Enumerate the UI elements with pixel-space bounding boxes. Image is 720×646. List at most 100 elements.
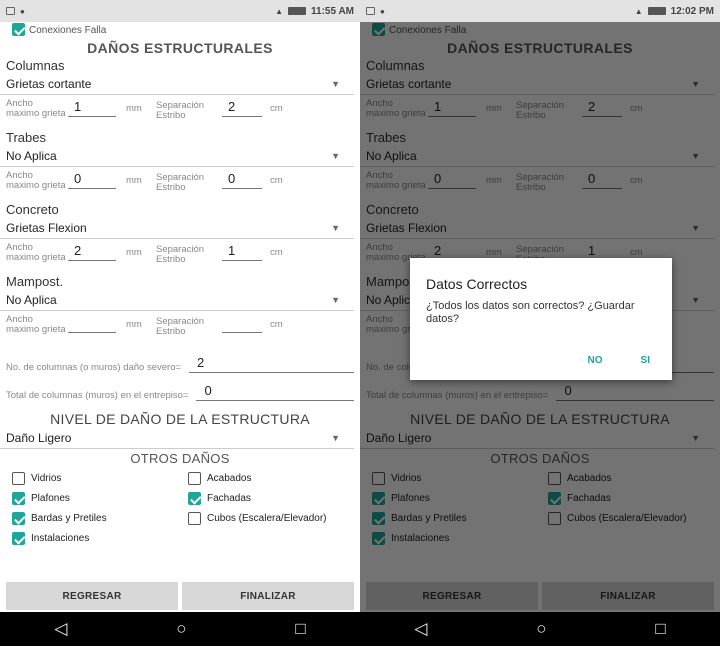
separacion-input[interactable]: 2 xyxy=(222,99,262,117)
recents-square-icon[interactable]: □ xyxy=(655,619,665,639)
severe-input[interactable]: 2 xyxy=(189,355,354,373)
separacion-label: Separación Estribo xyxy=(156,316,205,337)
status-right-icons: ▲ 11:55 AM xyxy=(275,6,354,17)
checkbox[interactable] xyxy=(188,472,201,485)
dialog-actions: NO SI xyxy=(588,355,650,366)
top-partial-checkbox[interactable]: Conexiones Falla xyxy=(0,22,360,36)
ancho-unit: mm xyxy=(126,175,142,186)
ancho-input[interactable] xyxy=(68,315,116,333)
form-content: Conexiones Falla DAÑOS ESTRUCTURALES Colum… xyxy=(0,22,360,610)
home-circle-icon[interactable]: ○ xyxy=(536,619,546,639)
confirm-dialog: Datos Correctos ¿Todos los datos son corr… xyxy=(410,258,672,380)
dropdown-value: No Aplica xyxy=(6,148,57,163)
home-circle-icon[interactable]: ○ xyxy=(176,619,186,639)
ancho-label: Ancho maximo grieta xyxy=(6,314,66,335)
recents-square-icon[interactable]: □ xyxy=(295,619,305,639)
finish-button[interactable]: FINALIZAR xyxy=(182,582,354,610)
status-time: 11:55 AM xyxy=(311,5,354,17)
notification-icon xyxy=(6,7,15,15)
checkbox-item[interactable]: Vidrios xyxy=(12,472,188,485)
dialog-yes-button[interactable]: SI xyxy=(641,355,650,366)
checkbox[interactable] xyxy=(12,492,25,505)
back-triangle-icon[interactable]: ◁ xyxy=(54,619,67,639)
dropdown-value: Grietas Flexion xyxy=(6,220,87,235)
checkbox-item[interactable]: Acabados xyxy=(188,472,360,485)
status-right-icons: ▲ 12:02 PM xyxy=(635,6,714,17)
severe-row: No. de columnas (o muros) daño severo= 2 xyxy=(0,351,360,373)
dropdown-caret-icon: ▼ xyxy=(331,222,340,233)
notification-icon xyxy=(366,7,375,15)
checkbox[interactable] xyxy=(188,492,201,505)
checkbox-label: Acabados xyxy=(207,473,252,484)
back-triangle-icon[interactable]: ◁ xyxy=(414,619,427,639)
android-icon: ● xyxy=(20,6,25,16)
checkbox-grid: Vidrios Acabados Plafones Fachadas Bardas y … xyxy=(0,472,360,545)
checkbox-label: Plafones xyxy=(31,493,70,504)
separacion-input[interactable]: 1 xyxy=(222,243,262,261)
status-bar: ● ▲ 12:02 PM xyxy=(360,0,720,22)
screens-container: ● ▲ 11:55 AM Conexiones Falla DAÑOS ESTRUCTU… xyxy=(0,0,720,646)
checkbox-item[interactable]: Plafones xyxy=(12,492,188,505)
separacion-label: Separación Estribo xyxy=(156,172,205,193)
phone-screen-2: ●▲12:02 PMConexiones FallaDAÑOS ESTRUCTU… xyxy=(360,0,720,646)
ancho-unit: mm xyxy=(126,247,142,258)
navigation-bar: ◁ ○ □ xyxy=(0,612,360,646)
dropdown-caret-icon: ▼ xyxy=(331,150,340,161)
status-time: 12:02 PM xyxy=(670,5,714,17)
separacion-input[interactable]: 0 xyxy=(222,171,262,189)
phone-screen-1: ● ▲ 11:55 AM Conexiones Falla DAÑOS ESTRUCTU… xyxy=(0,0,360,646)
checkbox-item[interactable]: Cubos (Escalera/Elevador) xyxy=(188,512,360,525)
section-title: Concreto xyxy=(6,202,59,217)
separacion-unit: cm xyxy=(270,175,283,186)
checkbox[interactable] xyxy=(188,512,201,525)
ancho-label: Ancho maximo grieta xyxy=(6,98,66,119)
ancho-label: Ancho maximo grieta xyxy=(6,170,66,191)
dropdown-3[interactable]: Grietas Flexion ▼ xyxy=(0,217,354,239)
total-input[interactable]: 0 xyxy=(196,383,354,401)
checkbox-label: Bardas y Pretiles xyxy=(31,513,107,524)
ancho-input[interactable]: 0 xyxy=(68,171,116,189)
dialog-no-button[interactable]: NO xyxy=(588,355,603,366)
section-title: Trabes xyxy=(6,130,46,145)
dropdown-caret-icon: ▼ xyxy=(331,294,340,305)
measure-row: Ancho maximo grieta mm Separación Estribo c… xyxy=(0,315,360,345)
dropdown-value: Daño Ligero xyxy=(6,430,72,445)
severe-label: No. de columnas (o muros) daño severo= xyxy=(6,362,182,373)
section-title: Mampost. xyxy=(6,274,64,289)
checkbox[interactable] xyxy=(12,472,25,485)
dropdown-1[interactable]: Grietas cortante ▼ xyxy=(0,73,354,95)
checkbox[interactable] xyxy=(12,532,25,545)
battery-icon xyxy=(288,7,307,15)
checkbox-label: Conexiones Falla xyxy=(29,25,107,36)
signal-icon: ▲ xyxy=(275,6,284,16)
ancho-label: Ancho maximo grieta xyxy=(6,242,66,263)
dialog-message: ¿Todos los datos son correctos? ¿Guardar… xyxy=(426,300,635,325)
status-left-icons: ● xyxy=(366,7,385,16)
checkbox-item[interactable]: Instalaciones xyxy=(12,532,188,545)
checkbox-item[interactable]: Bardas y Pretiles xyxy=(12,512,188,525)
back-button[interactable]: REGRESAR xyxy=(6,582,178,610)
separacion-label: Separación Estribo xyxy=(156,244,205,265)
dropdown-2[interactable]: No Aplica ▼ xyxy=(0,145,354,167)
otros-title: OTROS DAÑOS xyxy=(130,451,230,466)
separacion-unit: cm xyxy=(270,103,283,114)
separacion-input[interactable] xyxy=(222,315,262,333)
ancho-input[interactable]: 2 xyxy=(68,243,116,261)
form-title: DAÑOS ESTRUCTURALES xyxy=(87,40,273,56)
status-left-icons: ● xyxy=(6,7,25,16)
signal-icon: ▲ xyxy=(634,6,643,16)
checkbox-label: Cubos (Escalera/Elevador) xyxy=(207,513,327,524)
ancho-input[interactable]: 1 xyxy=(68,99,116,117)
dropdown-value: No Aplica xyxy=(6,292,57,307)
checkbox-label: Vidrios xyxy=(31,473,62,484)
checkbox[interactable] xyxy=(12,23,25,36)
nivel-dropdown[interactable]: Daño Ligero ▼ xyxy=(0,427,354,449)
ancho-unit: mm xyxy=(126,103,142,114)
checkbox[interactable] xyxy=(12,512,25,525)
ancho-unit: mm xyxy=(126,319,142,330)
battery-icon xyxy=(647,7,666,15)
dropdown-4[interactable]: No Aplica ▼ xyxy=(0,289,354,311)
checkbox-item[interactable]: Fachadas xyxy=(188,492,360,505)
checkbox-label: Instalaciones xyxy=(31,533,90,544)
measure-row: Ancho maximo grieta0mmSeparación Estribo… xyxy=(0,171,360,201)
